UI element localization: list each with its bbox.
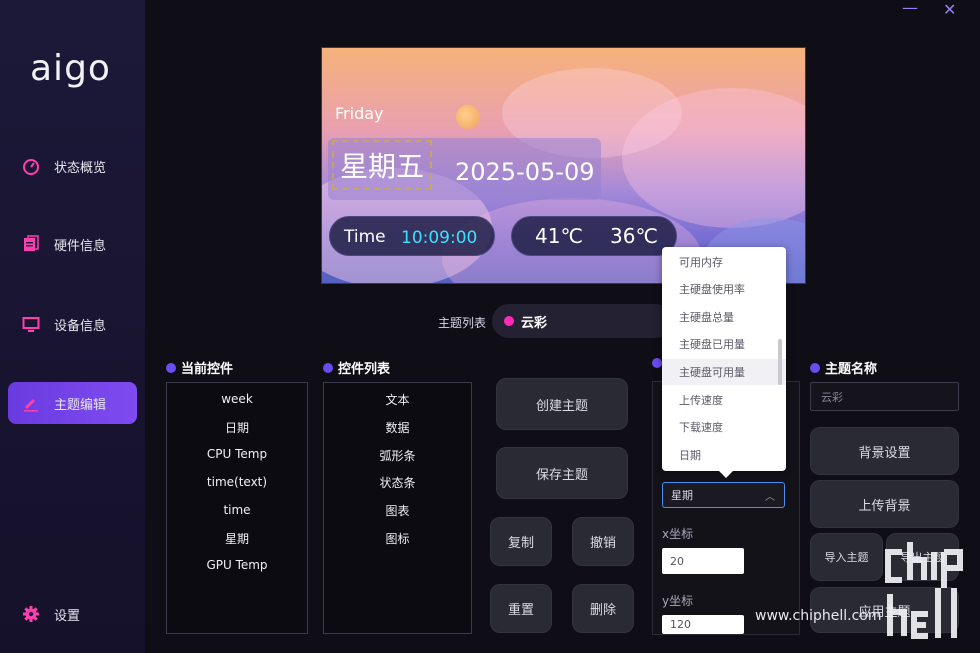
copy-button[interactable]: 复制 <box>490 517 552 566</box>
sidebar-item-status-overview[interactable]: 状态概览 <box>8 145 137 187</box>
list-item[interactable]: time(text) <box>167 475 307 489</box>
theme-list-label: 主题列表 <box>438 316 487 330</box>
section-title-text: 控件列表 <box>338 362 391 377</box>
data-source-select[interactable]: 星期 ︿ <box>662 482 785 508</box>
dropdown-item[interactable]: 日期 <box>662 442 786 468</box>
edit-icon <box>22 394 40 412</box>
list-item[interactable]: CPU Temp <box>167 447 307 461</box>
preview-date: 2025-05-09 <box>455 158 595 186</box>
list-item[interactable]: 弧形条 <box>324 447 471 464</box>
dropdown-item[interactable]: 上传速度 <box>662 387 786 413</box>
sidebar-item-settings[interactable]: 设置 <box>8 593 137 635</box>
select-value: 星期 <box>671 489 693 502</box>
list-item[interactable]: 状态条 <box>324 474 471 491</box>
theme-name-title: 主题名称 <box>810 358 877 377</box>
aigo-logo: aigo <box>30 48 111 89</box>
import-theme-button[interactable]: 导入主题 <box>810 533 883 581</box>
list-item[interactable]: week <box>167 392 307 406</box>
sun-icon <box>456 105 480 129</box>
sidebar-item-device-info[interactable]: 设备信息 <box>8 303 137 345</box>
section-title-text: 主题名称 <box>825 362 878 377</box>
x-coordinate-label: x坐标 <box>662 527 694 541</box>
list-item[interactable]: 图标 <box>324 530 471 547</box>
dropdown-item[interactable]: 下载速度 <box>662 414 786 440</box>
current-widgets-title: 当前控件 <box>166 358 233 377</box>
dropdown-item[interactable]: 主硬盘使用率 <box>662 276 786 302</box>
list-item[interactable]: time <box>167 503 307 517</box>
watermark-url: www.chiphell.com <box>755 608 882 624</box>
dropdown-item[interactable]: 主硬盘总量 <box>662 304 786 330</box>
y-coordinate-input[interactable]: 120 <box>662 615 744 634</box>
undo-button[interactable]: 撤销 <box>572 517 634 566</box>
hardware-icon <box>22 235 40 253</box>
theme-list-select[interactable]: 云彩 <box>492 304 672 338</box>
background-settings-button[interactable]: 背景设置 <box>810 427 959 475</box>
section-dot-icon <box>810 362 820 373</box>
sidebar-item-label: 主题编辑 <box>54 397 107 413</box>
theme-list-selected: 云彩 <box>521 315 548 331</box>
sidebar-item-label: 硬件信息 <box>54 238 107 254</box>
preview-cpu-temp: 41℃ <box>535 224 583 248</box>
monitor-icon <box>22 315 40 333</box>
current-widgets-list[interactable]: week 日期 CPU Temp time(text) time 星期 GPU … <box>166 382 308 634</box>
y-coordinate-label: y坐标 <box>662 594 694 608</box>
dropdown-pointer <box>718 470 734 478</box>
reset-button[interactable]: 重置 <box>490 584 552 633</box>
upload-background-button[interactable]: 上传背景 <box>810 480 959 528</box>
section-dot-icon <box>323 362 333 373</box>
list-item[interactable]: 文本 <box>324 391 471 408</box>
sidebar-item-label: 设置 <box>54 608 81 624</box>
create-theme-button[interactable]: 创建主题 <box>496 378 628 430</box>
sidebar: aigo 状态概览 硬件信息 设备信息 主题编辑 设置 <box>0 0 145 653</box>
list-item[interactable]: 图表 <box>324 502 471 519</box>
list-item[interactable]: 日期 <box>167 419 307 436</box>
dropdown-item[interactable]: 主硬盘可用量 <box>662 359 786 385</box>
preview-gpu-temp: 36℃ <box>610 224 658 248</box>
sidebar-item-label: 状态概览 <box>54 160 107 176</box>
dropdown-item[interactable]: 主硬盘已用量 <box>662 331 786 357</box>
dropdown-item[interactable]: 可用内存 <box>662 249 786 275</box>
sidebar-item-label: 设备信息 <box>54 318 107 334</box>
list-item[interactable]: 星期 <box>167 530 307 547</box>
close-button[interactable]: ✕ <box>943 0 956 19</box>
delete-button[interactable]: 删除 <box>572 584 634 633</box>
gear-icon <box>22 605 40 623</box>
list-item[interactable]: 数据 <box>324 419 471 436</box>
sidebar-item-hardware-info[interactable]: 硬件信息 <box>8 223 137 265</box>
preview-time-label: Time <box>344 227 386 247</box>
sidebar-item-theme-edit[interactable]: 主题编辑 <box>8 382 137 424</box>
widget-list[interactable]: 文本 数据 弧形条 状态条 图表 图标 <box>323 382 472 634</box>
preview-time-value: 10:09:00 <box>401 228 478 248</box>
widget-list-title: 控件列表 <box>323 358 390 377</box>
dropdown-scrollbar[interactable] <box>778 339 782 385</box>
dashboard-icon <box>22 157 40 175</box>
section-dot-icon <box>166 362 176 373</box>
chiphell-watermark-logo <box>885 542 963 639</box>
section-dot-icon <box>652 358 662 368</box>
chevron-up-icon: ︿ <box>765 492 775 503</box>
save-theme-button[interactable]: 保存主题 <box>496 447 628 499</box>
section-title-text: 当前控件 <box>181 362 234 377</box>
minimize-button[interactable]: — <box>902 0 918 17</box>
preview-weekday[interactable]: 星期五 <box>332 140 432 190</box>
theme-color-dot <box>504 316 514 326</box>
theme-name-input[interactable]: 云彩 <box>810 382 959 411</box>
list-item[interactable]: GPU Temp <box>167 558 307 572</box>
data-source-dropdown[interactable]: 可用内存 主硬盘使用率 主硬盘总量 主硬盘已用量 主硬盘可用量 上传速度 下载速… <box>662 247 786 471</box>
preview-day-en: Friday <box>335 104 384 123</box>
x-coordinate-input[interactable]: 20 <box>662 548 744 574</box>
